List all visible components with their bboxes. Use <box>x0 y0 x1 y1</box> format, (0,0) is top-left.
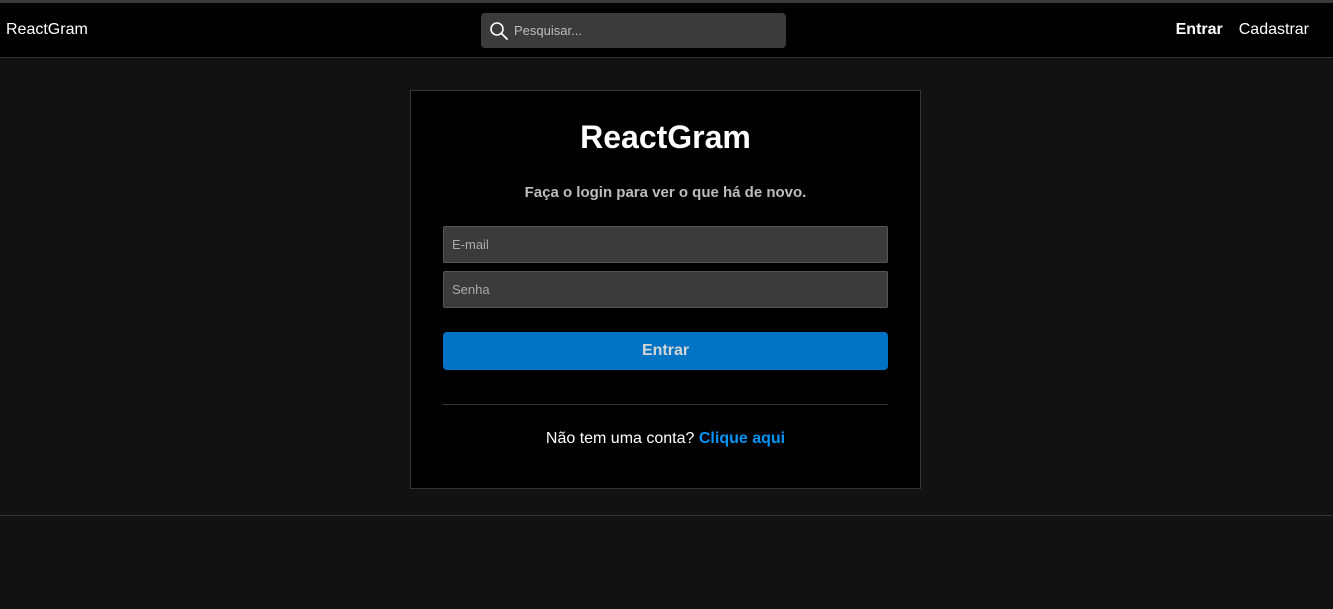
nav-login-link[interactable]: Entrar <box>1176 21 1223 39</box>
login-card: ReactGram Faça o login para ver o que há… <box>410 90 921 489</box>
nav-register-link[interactable]: Cadastrar <box>1239 21 1309 39</box>
brand-link[interactable]: ReactGram <box>6 21 88 39</box>
search-icon <box>489 21 509 41</box>
divider <box>443 404 888 405</box>
register-link[interactable]: Clique aqui <box>699 430 785 447</box>
email-field[interactable] <box>443 226 888 263</box>
nav-links: Entrar Cadastrar <box>1176 21 1309 39</box>
no-account-text: Não tem uma conta? <box>545 430 695 447</box>
login-title: ReactGram <box>580 119 751 155</box>
page-footer-divider <box>0 515 1333 516</box>
search-box <box>481 13 786 48</box>
search-input[interactable] <box>514 13 779 48</box>
navbar: ReactGram Entrar Cadastrar <box>0 3 1333 58</box>
register-prompt: Não tem uma conta? Clique aqui <box>411 430 920 448</box>
password-field[interactable] <box>443 271 888 308</box>
login-subtitle: Faça o login para ver o que há de novo. <box>524 184 807 201</box>
login-submit-button[interactable]: Entrar <box>443 332 888 370</box>
